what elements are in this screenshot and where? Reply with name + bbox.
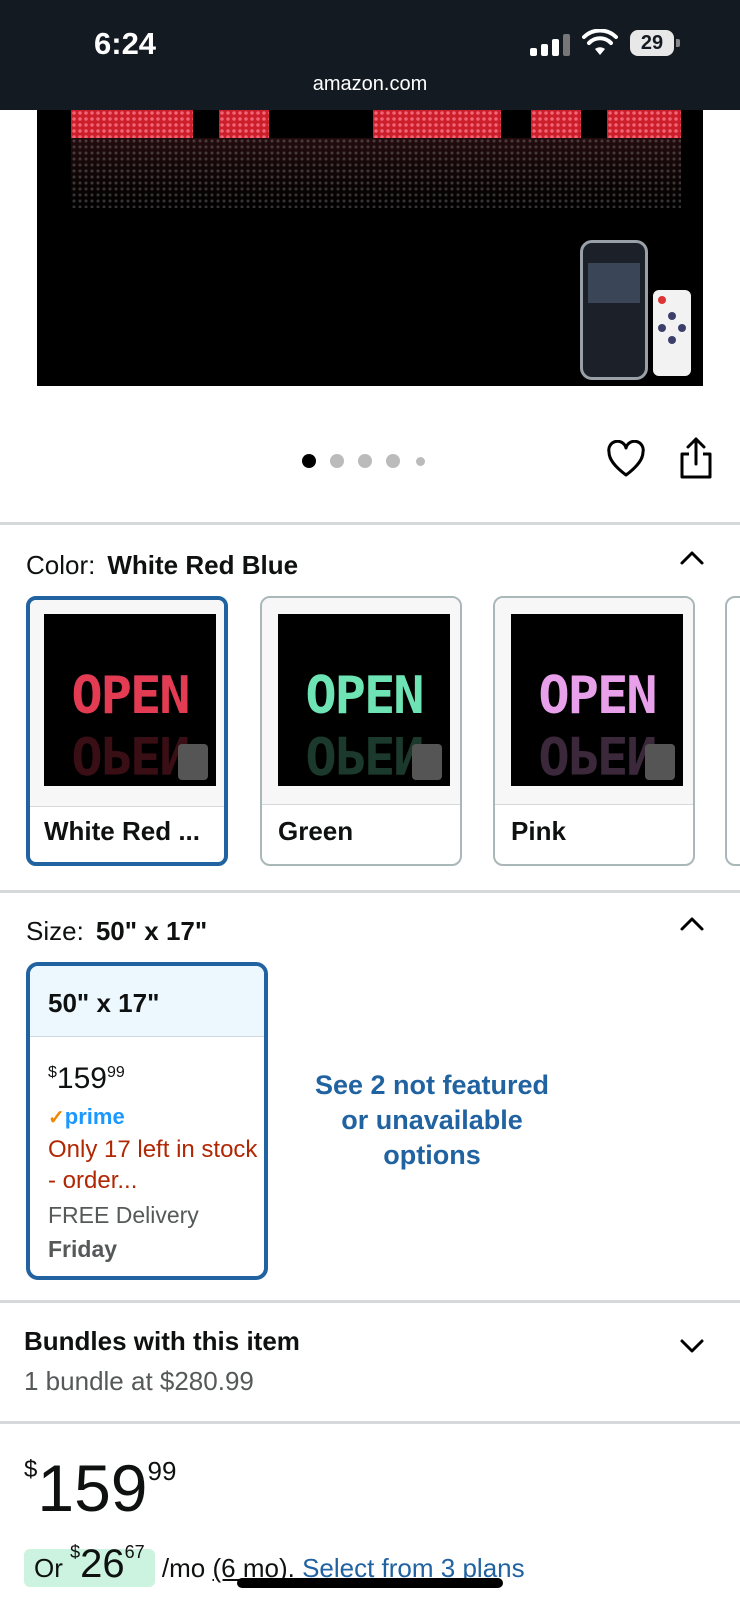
url-domain[interactable]: amazon.com: [0, 73, 740, 96]
prime-check-icon: ✓: [48, 1107, 65, 1129]
share-icon[interactable]: [678, 436, 714, 480]
battery-icon: 29: [630, 30, 680, 56]
color-option-label: White Red ...: [44, 816, 200, 846]
stock-warning: Only 17 left in stock - order...: [48, 1136, 258, 1194]
chevron-up-icon[interactable]: [678, 910, 706, 938]
color-label: Color:: [26, 550, 96, 580]
cellular-signal-icon: [530, 32, 574, 56]
divider: [0, 1421, 740, 1424]
color-option-green[interactable]: OPEN OPEN Green: [260, 596, 462, 866]
divider: [0, 1300, 740, 1303]
size-option-price: $15999: [48, 1062, 125, 1095]
main-price: $15999: [24, 1451, 177, 1525]
bundles-subtitle: 1 bundle at $280.99: [24, 1366, 254, 1396]
bundles-title[interactable]: Bundles with this item: [24, 1326, 300, 1357]
size-option-50x17[interactable]: 50" x 17" $15999 ✓prime Only 17 left in …: [26, 962, 268, 1280]
color-option-white-red-blue[interactable]: OPEN OPEN White Red ...: [26, 596, 228, 866]
prime-badge: ✓prime: [48, 1104, 125, 1129]
chevron-up-icon[interactable]: [678, 544, 706, 572]
status-bar: 6:24 29 amazon.com: [0, 0, 740, 110]
remote-control-thumbnail: [653, 290, 691, 376]
sign-text: OPEN: [305, 666, 424, 726]
color-option-label: Pink: [511, 816, 566, 846]
size-selected-value: 50" x 17": [95, 916, 208, 946]
divider: [0, 890, 740, 893]
heart-icon[interactable]: [606, 440, 646, 480]
monthly-price-pill: Or $2667: [24, 1542, 155, 1587]
carousel-dot[interactable]: [358, 454, 372, 468]
phone-app-thumbnail: [580, 240, 648, 380]
sign-text: OPEN: [44, 666, 216, 726]
carousel-dot-active[interactable]: [302, 454, 316, 468]
color-option-image: OPEN OPEN: [278, 614, 450, 786]
size-option-header: 50" x 17": [30, 966, 264, 1037]
color-selected-value: White Red Blue: [107, 550, 299, 580]
color-label-row: Color: White Red Blue: [26, 550, 298, 581]
chevron-down-icon[interactable]: [678, 1332, 706, 1360]
carousel-dot[interactable]: [386, 454, 400, 468]
product-image[interactable]: [37, 110, 703, 386]
color-option-partial[interactable]: [725, 596, 740, 866]
color-option-pink[interactable]: OPEN OPEN Pink: [493, 596, 695, 866]
size-option-title: 50" x 17": [48, 988, 160, 1018]
color-option-label: Green: [278, 816, 354, 846]
delivery-info: FREE Delivery Friday: [48, 1202, 199, 1262]
color-option-image: OPEN OPEN: [44, 614, 216, 786]
size-label: Size:: [26, 916, 84, 946]
wifi-icon: [582, 29, 618, 55]
size-label-row: Size: 50" x 17": [26, 916, 207, 947]
clock: 6:24: [94, 26, 157, 61]
sign-text: OPEN: [538, 666, 657, 726]
home-indicator[interactable]: [237, 1578, 503, 1588]
carousel-dot[interactable]: [330, 454, 344, 468]
divider: [0, 522, 740, 525]
color-option-image: OPEN OPEN: [511, 614, 683, 786]
battery-level: 29: [630, 30, 674, 56]
carousel-dot[interactable]: [416, 457, 425, 466]
see-more-options-link[interactable]: See 2 not featured or unavailable option…: [300, 1068, 564, 1173]
